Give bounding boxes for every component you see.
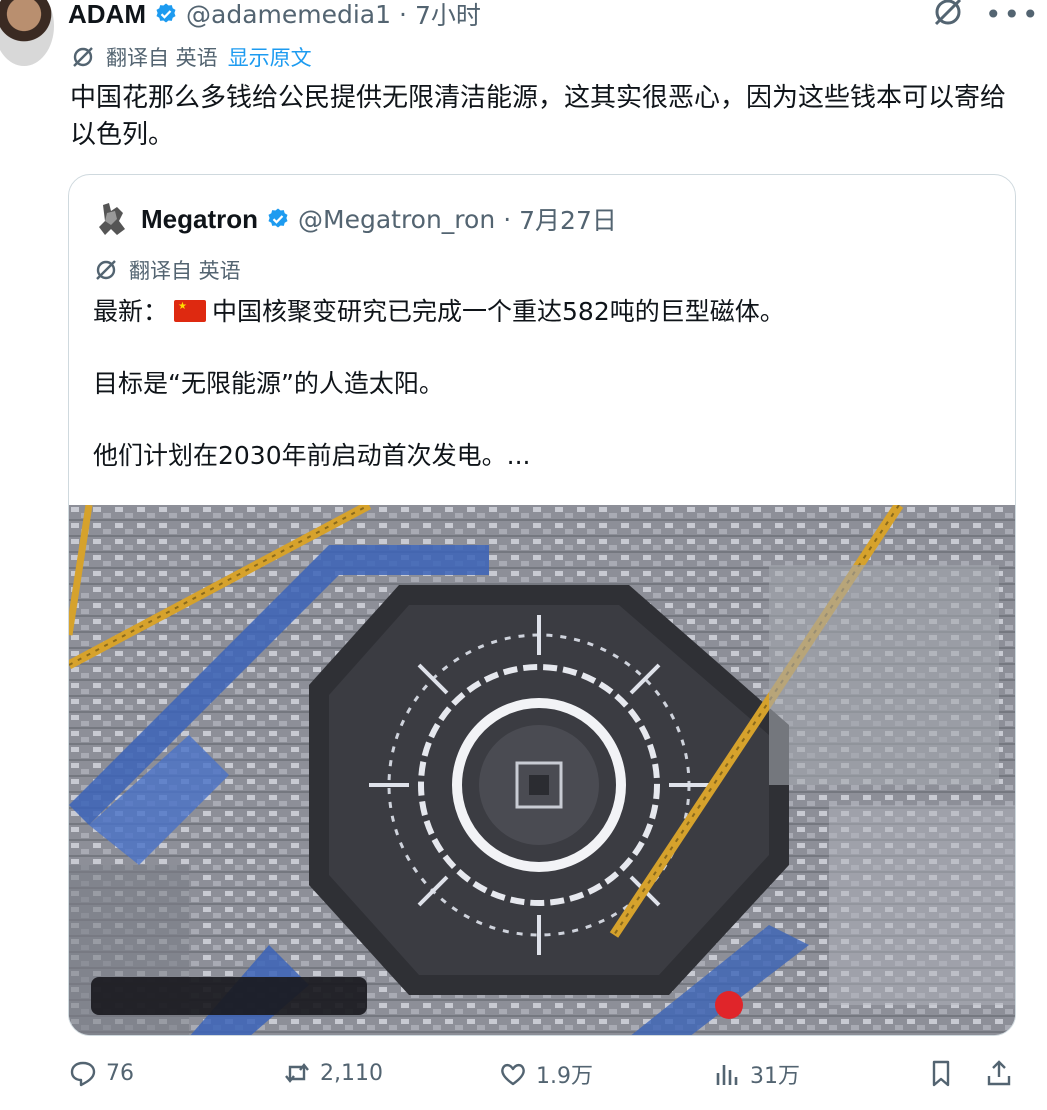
bookmark-icon [932, 1060, 950, 1087]
like-button[interactable]: 1.9万 [498, 1058, 593, 1090]
translation-label: 翻译自 英语 [106, 46, 218, 70]
quoted-author-avatar[interactable] [93, 199, 133, 239]
repost-icon [285, 1063, 309, 1083]
like-icon [501, 1063, 525, 1086]
verified-badge-icon [268, 208, 288, 228]
author-avatar[interactable] [0, 0, 54, 66]
quoted-post-header: Megatron @Megatron_ron · 7月27日 [93, 199, 617, 239]
post-time[interactable]: 7小时 [415, 0, 481, 32]
repost-count: 2,110 [320, 1060, 383, 1086]
quoted-line-3: 他们计划在2030年前启动首次发电。... [93, 441, 531, 470]
quoted-post-media[interactable] [69, 505, 1015, 1035]
author-handle[interactable]: @adamemedia1 [186, 0, 391, 29]
quoted-post-card[interactable]: Megatron @Megatron_ron · 7月27日 翻译自 英语 最新… [68, 174, 1016, 1036]
share-button[interactable] [984, 1058, 1014, 1088]
quoted-translation-label: 翻译自 英语 [129, 259, 241, 283]
views-button[interactable]: 31万 [712, 1058, 800, 1090]
like-count: 1.9万 [536, 1064, 593, 1089]
post-header: ADAM @adamemedia1 · 7小时 [68, 0, 481, 34]
reply-icon [70, 1061, 96, 1087]
views-icon [716, 1065, 738, 1085]
quoted-line-2: 目标是“无限能源”的人造太阳。 [93, 369, 444, 398]
separator-dot: · [399, 0, 407, 29]
quoted-line-1-prefix: 最新： [93, 297, 169, 326]
reply-count: 76 [106, 1060, 134, 1086]
separator-dot: · [503, 204, 512, 234]
quoted-translation-notice: 翻译自 英语 [93, 255, 241, 285]
more-icon[interactable]: ••• [985, 0, 1041, 31]
reply-button[interactable]: 76 [68, 1058, 134, 1088]
translate-icon [96, 260, 116, 280]
translation-notice: 翻译自 英语 显示原文 [70, 42, 312, 72]
share-icon [987, 1060, 1011, 1086]
quoted-line-1-text: 中国核聚变研究已完成一个重达582吨的巨型磁体。 [212, 297, 785, 326]
post-text: 中国花那么多钱给公民提供无限清洁能源，这其实很恶心，因为这些钱本可以寄给以色列。 [70, 83, 1007, 150]
grok-icon[interactable] [930, 0, 966, 30]
action-bar: 76 2,110 1.9万 31万 [0, 1058, 1047, 1102]
verified-badge-icon [156, 3, 176, 23]
bookmark-button[interactable] [926, 1058, 956, 1088]
author-name[interactable]: ADAM [68, 0, 146, 30]
aerial-construction-image [69, 505, 1015, 1035]
views-count: 31万 [750, 1064, 800, 1089]
quoted-post-date[interactable]: 7月27日 [519, 201, 617, 237]
quoted-post-text: 最新： 中国核聚变研究已完成一个重达582吨的巨型磁体。 目标是“无限能源”的人造… [93, 293, 993, 509]
quoted-line-1: 最新： 中国核聚变研究已完成一个重达582吨的巨型磁体。 [93, 293, 993, 331]
quoted-author-name[interactable]: Megatron [141, 204, 258, 235]
repost-button[interactable]: 2,110 [282, 1058, 383, 1088]
video-timestamp-overlay [91, 977, 367, 1015]
show-original-link[interactable]: 显示原文 [228, 42, 312, 72]
translate-icon [73, 47, 93, 67]
quoted-author-handle[interactable]: @Megatron_ron [298, 205, 495, 234]
china-flag-icon [174, 300, 207, 322]
